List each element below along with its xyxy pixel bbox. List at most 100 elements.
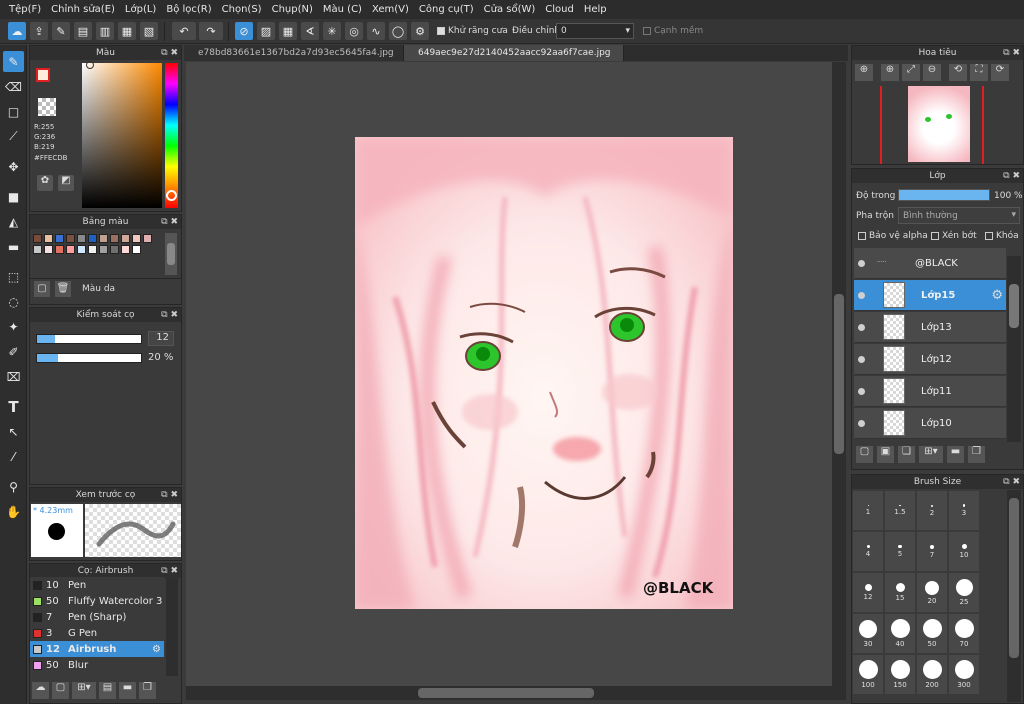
brush-size-preset[interactable]: 200 <box>917 655 947 694</box>
bucket-tool-icon[interactable]: ◭ <box>3 211 24 232</box>
layer-row[interactable]: ····· @BLACK <box>854 248 1006 279</box>
chat-icon[interactable]: ▤ <box>74 22 92 40</box>
zoom-in-icon[interactable]: ⊕ <box>855 64 873 81</box>
palette-swatch[interactable] <box>77 245 86 254</box>
select-eraser-tool-icon[interactable]: ⌧ <box>3 366 24 387</box>
layer-row[interactable]: Lớp12 <box>854 344 1006 375</box>
soft-edge-option[interactable]: Cạnh mềm <box>643 26 703 36</box>
brush-list-item[interactable]: 12 Airbrush ⚙ <box>30 641 164 657</box>
transparent-color-swatch[interactable] <box>38 98 56 116</box>
brush-size-preset[interactable]: 4 <box>853 532 883 571</box>
brush-size-scrollbar[interactable] <box>1007 490 1021 702</box>
soft-edge-checkbox[interactable] <box>643 26 651 35</box>
operation-tool-icon[interactable]: ↖ <box>3 421 24 442</box>
magic-wand-tool-icon[interactable]: ✦ <box>3 316 24 337</box>
brush-size-preset[interactable]: 12 <box>853 573 883 612</box>
brush-size-preset[interactable]: 25 <box>949 573 979 612</box>
menu-cloud[interactable]: Cloud <box>540 4 579 15</box>
lock-option[interactable]: Khóa <box>985 231 1019 241</box>
hue-slider[interactable] <box>165 63 178 208</box>
canvas-workarea[interactable]: @BLACK <box>186 62 832 686</box>
zoom-in-icon-2[interactable]: ⊕ <box>881 64 899 81</box>
gradient-tool-icon[interactable]: ▬ <box>3 236 24 257</box>
palette-icon[interactable]: ✿ <box>37 175 53 191</box>
layer-row[interactable]: Lớp11 <box>854 376 1006 407</box>
folder-icon[interactable]: ▬ <box>947 446 964 463</box>
brush-size-preset[interactable]: 5 <box>885 532 915 571</box>
menu-file[interactable]: Tệp(F) <box>4 4 46 15</box>
layout-icon[interactable]: ▧ <box>140 22 158 40</box>
layer-row[interactable]: Lớp13 <box>854 312 1006 343</box>
panel-close-icon[interactable]: ⧉ ✖ <box>161 308 178 322</box>
hand-tool-icon[interactable]: ✋ <box>3 501 24 522</box>
layer-row[interactable]: Lớp15 ⚙ <box>854 280 1006 311</box>
visibility-eye-icon[interactable] <box>858 260 865 267</box>
merge-layer-icon[interactable]: ❐ <box>968 446 985 463</box>
radial-snap-icon[interactable]: ✳ <box>323 22 341 40</box>
menu-select[interactable]: Chọn(S) <box>217 4 267 15</box>
ellipse-snap-icon[interactable]: ◯ <box>389 22 407 40</box>
palette-swatch[interactable] <box>44 245 53 254</box>
panel-close-icon[interactable]: ⧉ ✖ <box>161 488 178 502</box>
panel-close-icon[interactable]: ⧉ ✖ <box>1003 169 1020 183</box>
duplicate-layer-icon[interactable]: ❏ <box>898 446 915 463</box>
size-slider[interactable] <box>36 334 142 344</box>
palette-swatch[interactable] <box>66 245 75 254</box>
trash-icon[interactable]: 🗑 <box>55 281 71 297</box>
brush-list-item[interactable]: 3 G Pen <box>30 625 164 641</box>
gear-icon[interactable]: ⚙ <box>152 644 161 655</box>
brush-size-preset[interactable]: 20 <box>917 573 947 612</box>
color-mixer-icon[interactable]: ◩ <box>58 175 74 191</box>
brush-list-item[interactable]: 50 Blur <box>30 657 164 673</box>
panel-close-icon[interactable]: ⧉ ✖ <box>161 564 178 578</box>
menu-help[interactable]: Help <box>579 4 612 15</box>
new-brush-icon[interactable]: ▢ <box>52 682 69 699</box>
lock-checkbox[interactable] <box>985 231 993 240</box>
visibility-eye-icon[interactable] <box>858 292 865 299</box>
protect-alpha-option[interactable]: Bảo vệ alpha <box>858 231 928 241</box>
brush-size-preset[interactable]: 1 <box>853 491 883 530</box>
palette-swatch[interactable] <box>33 245 42 254</box>
brush-list-scrollbar[interactable] <box>166 578 178 676</box>
redo-icon[interactable]: ↷ <box>199 22 223 40</box>
layer-row[interactable]: Lớp10 <box>854 408 1006 439</box>
brush-size-preset[interactable]: 300 <box>949 655 979 694</box>
palette-swatch[interactable] <box>44 234 53 243</box>
tab-document-1[interactable]: e78bd83661e1367bd2a7d93ec5645fa4.jpg <box>184 45 404 61</box>
brush-list-item[interactable]: 10 Pen <box>30 577 164 593</box>
antialias-checkbox[interactable] <box>437 26 445 35</box>
palette-swatch[interactable] <box>55 245 64 254</box>
brush-size-preset[interactable]: 50 <box>917 614 947 653</box>
brush-list-item[interactable]: 7 Pen (Sharp) <box>30 609 164 625</box>
palette-swatch[interactable] <box>55 234 64 243</box>
saturation-value-picker[interactable] <box>82 61 162 208</box>
panel-close-icon[interactable]: ⧉ ✖ <box>161 46 178 60</box>
palette-swatch[interactable] <box>132 245 141 254</box>
vertical-scroll-thumb[interactable] <box>834 294 844 454</box>
menu-view[interactable]: Xem(V) <box>367 4 414 15</box>
brush-tool-icon[interactable]: ✎ <box>3 51 24 72</box>
menu-window[interactable]: Cửa sổ(W) <box>479 4 541 15</box>
menu-filter[interactable]: Bộ lọc(R) <box>161 4 216 15</box>
new-halftone-layer-icon[interactable]: ▣ <box>877 446 894 463</box>
rotate-left-icon[interactable]: ⟲ <box>949 64 967 81</box>
horizontal-scroll-thumb[interactable] <box>418 688 594 698</box>
visibility-eye-icon[interactable] <box>858 420 865 427</box>
brush-size-preset[interactable]: 3 <box>949 491 979 530</box>
cloud-icon[interactable]: ☁ <box>8 22 26 40</box>
share-icon[interactable]: ⇪ <box>30 22 48 40</box>
lasso-tool-icon[interactable]: ◌ <box>3 291 24 312</box>
canvas-vertical-scrollbar[interactable] <box>832 62 846 686</box>
parallel-snap-icon[interactable]: ▨ <box>257 22 275 40</box>
comment-icon[interactable]: ✎ <box>52 22 70 40</box>
fit-icon[interactable]: ⤢ <box>902 64 920 81</box>
select-pen-tool-icon[interactable]: ✐ <box>3 341 24 362</box>
visibility-eye-icon[interactable] <box>858 324 865 331</box>
menu-tools[interactable]: Công cụ(T) <box>414 4 479 15</box>
layer-scrollbar[interactable] <box>1007 256 1021 442</box>
palette-swatch[interactable] <box>110 245 119 254</box>
brush-size-preset[interactable]: 1.5 <box>885 491 915 530</box>
size-input[interactable]: 12 <box>148 331 174 346</box>
palette-swatch[interactable] <box>77 234 86 243</box>
circle-snap-icon[interactable]: ◎ <box>345 22 363 40</box>
